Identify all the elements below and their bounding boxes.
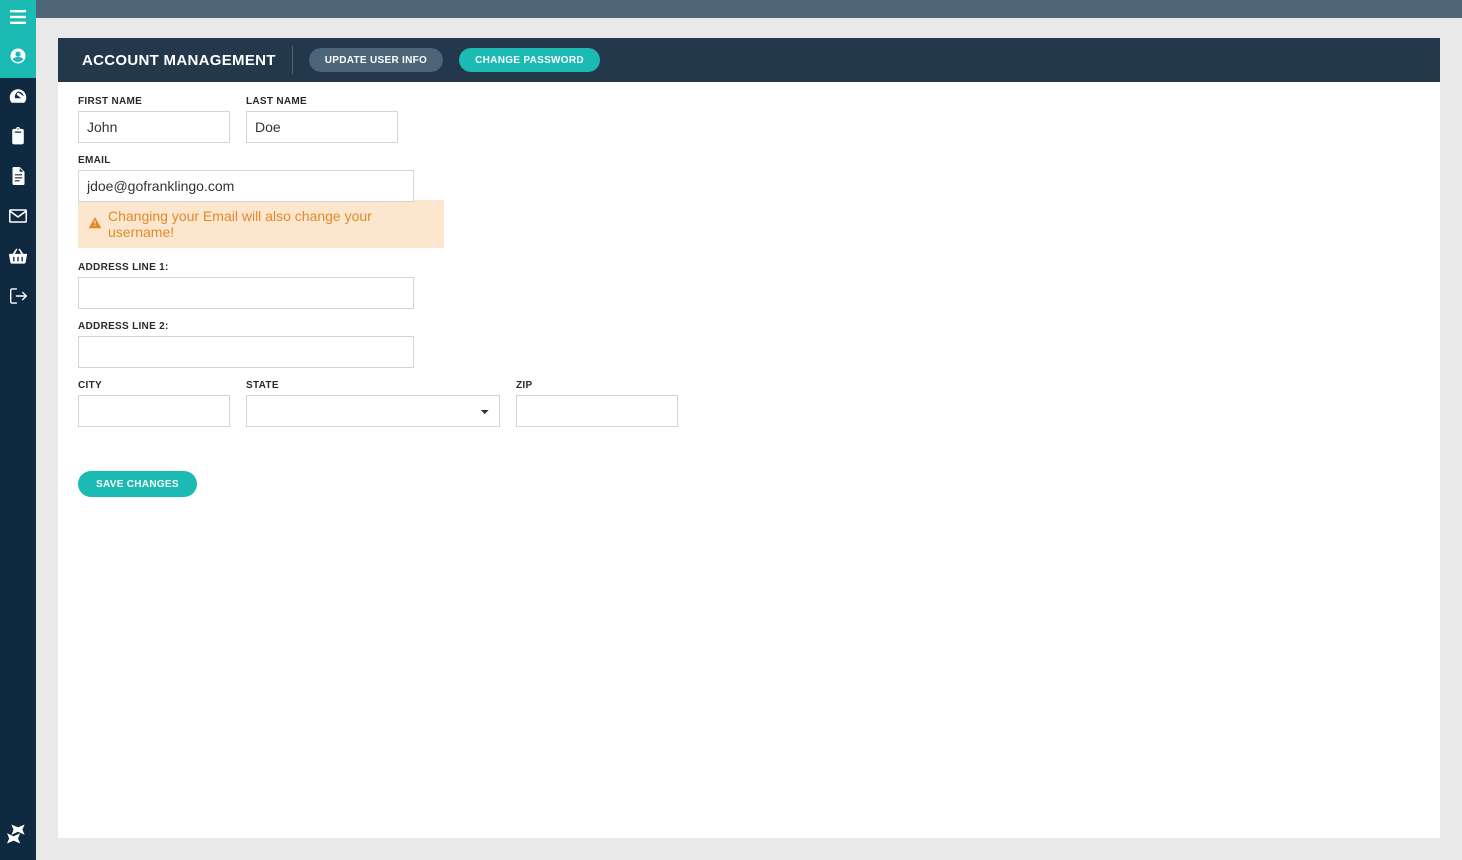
city-label: CITY [78,380,230,391]
sidebar-item-dashboard[interactable] [0,78,36,118]
email-label: EMAIL [78,155,414,166]
hamburger-icon [10,10,26,29]
address2-input[interactable] [78,336,414,368]
address1-input[interactable] [78,277,414,309]
brand-logo [0,812,36,860]
email-warning: Changing your Email will also change you… [78,200,444,248]
panel-body: FIRST NAME LAST NAME EMAIL Changing your [58,82,1440,838]
header-divider [292,46,293,74]
user-circle-icon [9,47,27,70]
topbar [36,0,1462,18]
tab-change-password[interactable]: CHANGE PASSWORD [459,48,600,72]
email-input[interactable] [78,170,414,202]
sidebar-item-logout[interactable] [0,278,36,318]
tab-update-user-info[interactable]: UPDATE USER INFO [309,48,443,72]
zip-input[interactable] [516,395,678,427]
sign-out-icon [10,288,27,309]
logo-icon [7,824,29,849]
sidebar-item-document[interactable] [0,158,36,198]
gauge-icon [9,87,27,110]
sidebar-item-cart[interactable] [0,238,36,278]
sidebar-item-messages[interactable] [0,198,36,238]
first-name-input[interactable] [78,111,230,143]
file-icon [11,167,26,190]
warning-icon [88,216,102,233]
address1-label: ADDRESS LINE 1: [78,262,414,273]
workspace: ACCOUNT MANAGEMENT UPDATE USER INFO CHAN… [36,18,1462,860]
envelope-icon [9,209,27,228]
sidebar [0,0,36,860]
menu-toggle[interactable] [0,0,36,38]
clipboard-icon [10,127,26,150]
state-label: STATE [246,380,500,391]
save-changes-button[interactable]: SAVE CHANGES [78,471,197,497]
email-warning-text: Changing your Email will also change you… [108,208,434,240]
sidebar-nav [0,38,36,318]
basket-icon [9,248,27,269]
panel-title: ACCOUNT MANAGEMENT [82,52,276,69]
account-panel: ACCOUNT MANAGEMENT UPDATE USER INFO CHAN… [58,38,1440,838]
zip-label: ZIP [516,380,678,391]
city-input[interactable] [78,395,230,427]
first-name-label: FIRST NAME [78,96,230,107]
panel-header: ACCOUNT MANAGEMENT UPDATE USER INFO CHAN… [58,38,1440,82]
address2-label: ADDRESS LINE 2: [78,321,414,332]
sidebar-item-account[interactable] [0,38,36,78]
last-name-label: LAST NAME [246,96,398,107]
sidebar-item-clipboard[interactable] [0,118,36,158]
state-select[interactable] [246,395,500,427]
last-name-input[interactable] [246,111,398,143]
